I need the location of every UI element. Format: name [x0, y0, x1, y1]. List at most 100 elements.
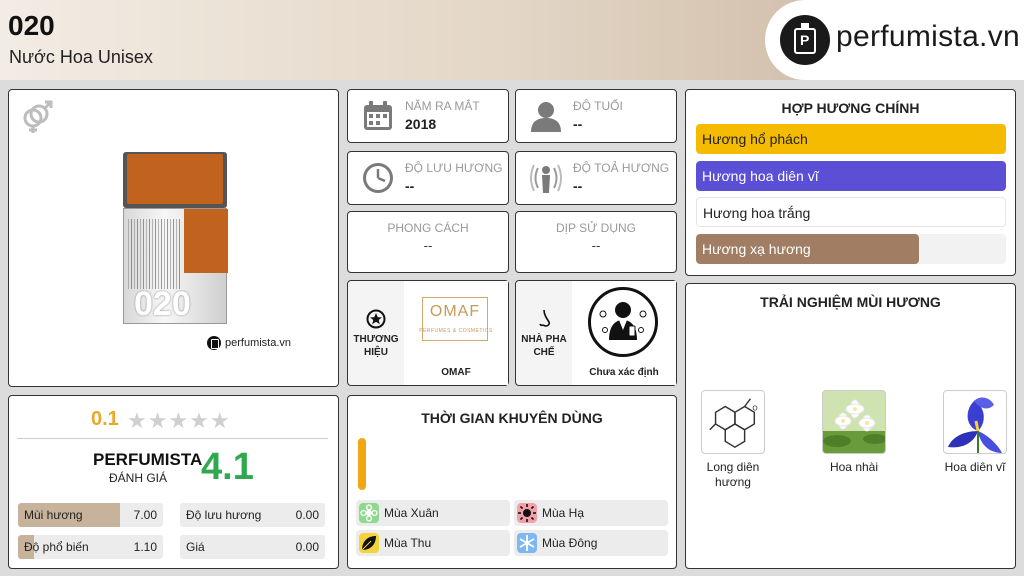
user-rating-score: 0.1 — [91, 408, 119, 430]
brand-label: THƯƠNG HIỆU — [353, 334, 399, 358]
accord-bar: Hương hổ phách — [696, 124, 1006, 154]
recommended-time-panel: THỜI GIAN KHUYÊN DÙNG Mùa Xuân Mùa Hạ Mù… — [347, 395, 677, 569]
sillage-icon — [530, 164, 562, 193]
age-card: ĐỘ TUỔI -- — [515, 89, 677, 143]
occasion-value: -- — [591, 238, 601, 253]
omaf-logo-text: OMAF — [429, 303, 481, 320]
style-card: PHONG CÁCH -- — [347, 211, 509, 273]
style-label: PHONG CÁCH — [387, 221, 469, 235]
season-label: Mùa Đông — [542, 536, 598, 550]
header-bar: 020 Nước Hoa Unisex perfumista.vn — [0, 0, 1024, 80]
perfumista-logo-icon — [780, 15, 830, 65]
nose-icon — [539, 309, 551, 327]
bottle-number: 020 — [134, 285, 191, 323]
star-badge-icon — [366, 309, 386, 329]
season-winter[interactable]: Mùa Đông — [514, 530, 668, 556]
perfume-bottle-image: 020 — [123, 152, 228, 324]
user-rating-stars[interactable]: ★★★★★ — [127, 408, 231, 434]
occasion-card: DỊP SỬ DỤNG -- — [515, 211, 677, 273]
metric-label: Độ lưu hương — [186, 508, 262, 522]
metric-bar: Giá 0.00 — [180, 535, 325, 559]
accord-bar: Hương hoa diên vĩ — [696, 161, 1006, 191]
metric-label: Độ phổ biến — [24, 540, 89, 554]
season-autumn[interactable]: Mùa Thu — [356, 530, 510, 556]
iris-icon — [943, 390, 1007, 454]
jasmine-icon — [822, 390, 886, 454]
longevity-card: ĐỘ LƯU HƯƠNG -- — [347, 151, 509, 205]
metric-bar: Mùi hương 7.00 — [18, 503, 163, 527]
perfumista-rating-title: PERFUMISTA — [93, 450, 203, 469]
note-item[interactable]: Hoa nhài — [814, 390, 894, 475]
brand-card[interactable]: THƯƠNG HIỆU OMAF PERFUMES & COSMETICS OM… — [347, 280, 509, 386]
recommended-time-title: THỜI GIAN KHUYÊN DÙNG — [421, 410, 603, 426]
age-value: -- — [573, 116, 583, 132]
spring-flower-icon — [359, 503, 379, 523]
product-image-card: 020 perfumista.vn — [8, 89, 339, 387]
brand-site-name: perfumista.vn — [836, 20, 1020, 53]
sun-icon — [517, 503, 537, 523]
accord-bar: Hương hoa trắng — [696, 197, 1006, 227]
longevity-value: -- — [405, 178, 415, 194]
metric-bar: Độ lưu hương 0.00 — [180, 503, 325, 527]
brand-badge[interactable]: perfumista.vn — [765, 0, 1024, 80]
perfumer-card[interactable]: NHÀ PHA CHẾ Chưa xác định — [515, 280, 677, 386]
omaf-logo-subtext: PERFUMES & COSMETICS — [419, 328, 493, 334]
note-item[interactable]: O Long diên hương — [693, 390, 773, 490]
brand-logo-image: OMAF PERFUMES & COSMETICS — [404, 281, 508, 361]
product-name: 020 — [8, 10, 55, 41]
metric-value: 0.00 — [295, 540, 319, 554]
note-label: Hoa nhài — [829, 460, 879, 474]
season-spring[interactable]: Mùa Xuân — [356, 500, 510, 526]
watermark: perfumista.vn — [207, 335, 291, 351]
leaf-icon — [359, 533, 379, 553]
molecule-icon: O — [701, 390, 765, 454]
main-accords-panel: HỢP HƯƠNG CHÍNH Hương hổ phách Hương hoa… — [685, 89, 1016, 276]
rating-panel: 0.1 ★★★★★ PERFUMISTA ĐÁNH GIÁ 4.1 Mùi hư… — [8, 395, 339, 569]
perfumer-avatar-icon — [588, 287, 658, 357]
rating-divider — [17, 438, 328, 439]
svg-text:O: O — [752, 404, 757, 412]
perfumer-label: NHÀ PHA CHẾ — [521, 334, 567, 358]
accord-bar: Hương xạ hương — [696, 234, 1006, 264]
scent-experience-title: TRẢI NGHIỆM MÙI HƯƠNG — [760, 294, 941, 310]
season-label: Mùa Xuân — [384, 506, 439, 520]
perfumista-rating-score: 4.1 — [201, 446, 254, 488]
season-label: Mùa Hạ — [542, 506, 585, 520]
style-value: -- — [423, 238, 433, 253]
perfumer-image — [572, 281, 676, 361]
accord-label: Hương hoa diên vĩ — [702, 168, 819, 184]
age-label: ĐỘ TUỔI — [573, 99, 623, 113]
sillage-card: ĐỘ TOẢ HƯƠNG -- — [515, 151, 677, 205]
note-label: Long diên hương — [706, 460, 760, 489]
person-icon — [531, 102, 561, 132]
perfumista-rating-subtitle: ĐÁNH GIÁ — [109, 471, 168, 485]
product-subtitle: Nước Hoa Unisex — [9, 47, 153, 67]
metric-value: 0.00 — [295, 508, 319, 522]
longevity-label: ĐỘ LƯU HƯƠNG — [405, 161, 503, 175]
accord-label: Hương hổ phách — [702, 131, 808, 147]
release-year-value: 2018 — [405, 116, 437, 132]
note-label: Hoa diên vĩ — [944, 460, 1006, 474]
season-summer[interactable]: Mùa Hạ — [514, 500, 668, 526]
occasion-label: DỊP SỬ DỤNG — [555, 221, 637, 235]
clock-icon — [363, 163, 393, 193]
note-item[interactable]: Hoa diên vĩ — [935, 390, 1015, 475]
snowflake-icon — [517, 533, 537, 553]
perfumer-name: Chưa xác định — [572, 361, 676, 385]
release-year-label: NĂM RA MẮT — [405, 99, 480, 113]
watermark-logo-icon — [207, 336, 221, 350]
release-year-card: NĂM RA MẮT 2018 — [347, 89, 509, 143]
brand-name: OMAF — [404, 361, 508, 385]
omaf-logo: OMAF PERFUMES & COSMETICS — [419, 297, 492, 341]
sillage-label: ĐỘ TOẢ HƯƠNG — [573, 161, 670, 175]
season-label: Mùa Thu — [384, 536, 432, 550]
scent-experience-panel: TRẢI NGHIỆM MÙI HƯƠNG O Long diên hương — [685, 283, 1016, 569]
accord-label: Hương hoa trắng — [703, 205, 811, 221]
metric-bar: Độ phổ biến 1.10 — [18, 535, 163, 559]
main-accords-title: HỢP HƯƠNG CHÍNH — [781, 100, 920, 116]
metric-label: Mùi hương — [24, 508, 83, 522]
watermark-text: perfumista.vn — [225, 337, 292, 349]
sillage-value: -- — [573, 178, 583, 194]
daytime-indicator-bar — [358, 438, 366, 490]
calendar-icon — [364, 101, 392, 130]
